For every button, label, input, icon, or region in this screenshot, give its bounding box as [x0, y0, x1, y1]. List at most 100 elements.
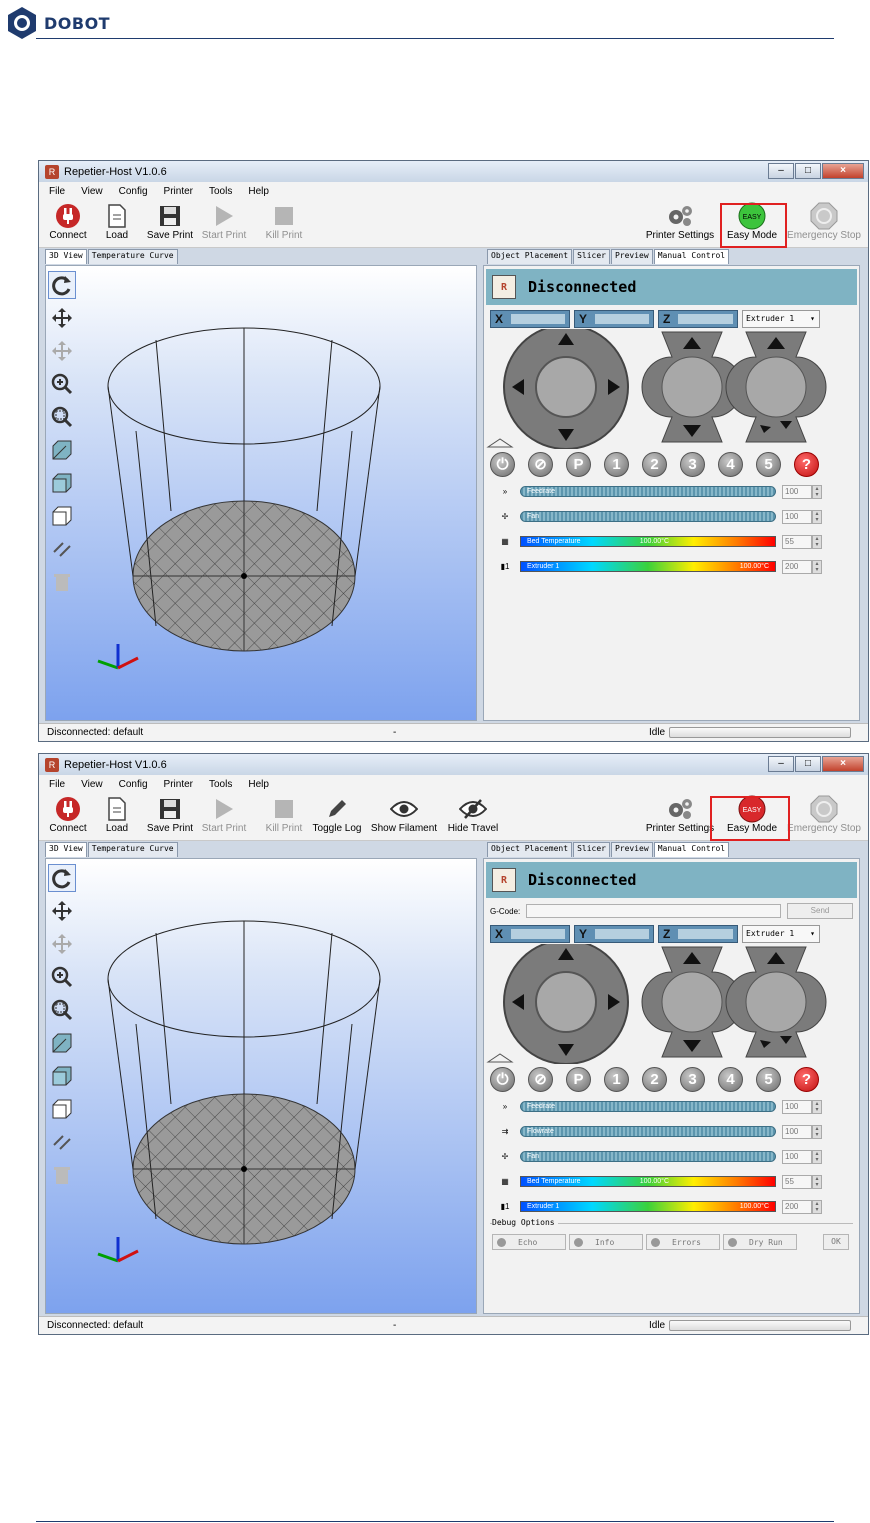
bed-temp-value[interactable]: 55: [782, 534, 812, 549]
front-view-icon[interactable]: [48, 469, 76, 497]
3d-viewport[interactable]: [45, 265, 477, 721]
emergency-stop-button[interactable]: Emergency Stop: [785, 202, 863, 241]
fan-spinner[interactable]: ▴ ▾: [812, 509, 822, 524]
close-button[interactable]: ×: [822, 163, 864, 179]
zoom-icon[interactable]: [48, 963, 76, 991]
preset-5-button[interactable]: 5: [756, 451, 781, 477]
tab-manual-control[interactable]: Manual Control: [653, 842, 730, 857]
gcode-input[interactable]: [526, 904, 781, 918]
z-axis-readout[interactable]: Z: [658, 310, 738, 328]
fan-spinner[interactable]: ▴ ▾: [812, 1149, 822, 1164]
isometric-view-icon[interactable]: [48, 436, 76, 464]
bed-temp-value[interactable]: 55: [782, 1174, 812, 1189]
trash-icon[interactable]: [48, 1161, 76, 1189]
emergency-stop-button[interactable]: Emergency Stop: [785, 795, 863, 834]
menu-help[interactable]: Help: [248, 779, 269, 790]
maximize-button[interactable]: □: [795, 163, 821, 179]
rotate-view-icon[interactable]: [48, 271, 76, 299]
tab-manual-control[interactable]: Manual Control: [653, 249, 730, 264]
menu-view[interactable]: View: [81, 779, 103, 790]
fan-slider[interactable]: Fan: [520, 1151, 776, 1162]
menu-printer[interactable]: Printer: [164, 186, 193, 197]
fan-off-button[interactable]: ⊘: [528, 451, 553, 477]
printer-settings-button[interactable]: Printer Settings: [645, 202, 715, 241]
connect-button[interactable]: Connect: [41, 795, 95, 834]
3d-viewport[interactable]: [45, 858, 477, 1314]
bed-temp-spinner[interactable]: ▴ ▾: [812, 1174, 822, 1189]
x-axis-readout[interactable]: X: [490, 925, 570, 943]
preset-2-button[interactable]: 2: [642, 1066, 667, 1092]
menu-tools[interactable]: Tools: [209, 779, 232, 790]
preset-4-button[interactable]: 4: [718, 451, 743, 477]
debug-ok-button[interactable]: OK: [823, 1234, 849, 1250]
trash-icon[interactable]: [48, 568, 76, 596]
start-print-button[interactable]: Start Print: [197, 795, 251, 834]
flowrate-slider[interactable]: Flowrate: [520, 1126, 776, 1137]
fan-value[interactable]: 100: [782, 1149, 812, 1164]
xy-jog-pad[interactable]: [503, 324, 629, 450]
load-button[interactable]: Load: [90, 795, 144, 834]
bed-temp-slider[interactable]: Bed Temperature 100.00°C: [520, 536, 776, 547]
menu-view[interactable]: View: [81, 186, 103, 197]
preset-1-button[interactable]: 1: [604, 1066, 629, 1092]
start-print-button[interactable]: Start Print: [197, 202, 251, 241]
close-button[interactable]: ×: [822, 756, 864, 772]
debug-errors-toggle[interactable]: Errors: [646, 1234, 720, 1250]
extruder-temp-slider[interactable]: Extruder 1 100.00°C: [520, 1201, 776, 1212]
tab-preview[interactable]: Preview: [610, 842, 653, 857]
menu-tools[interactable]: Tools: [209, 186, 232, 197]
send-button[interactable]: Send: [787, 903, 853, 919]
parallel-lines-icon[interactable]: [48, 1128, 76, 1156]
tab-temperature-curve[interactable]: Temperature Curve: [87, 249, 178, 264]
tab-3d-view[interactable]: 3D View: [45, 842, 87, 857]
z-axis-readout[interactable]: Z: [658, 925, 738, 943]
park-button[interactable]: P: [566, 1066, 591, 1092]
preset-1-button[interactable]: 1: [604, 451, 629, 477]
feedrate-slider[interactable]: Feedrate: [520, 1101, 776, 1112]
connect-button[interactable]: Connect: [41, 202, 95, 241]
extruder-select[interactable]: Extruder 1 ▾: [742, 310, 820, 328]
top-view-icon[interactable]: [48, 502, 76, 530]
menu-help[interactable]: Help: [248, 186, 269, 197]
flowrate-spinner[interactable]: ▴ ▾: [812, 1124, 822, 1139]
extruder-temp-value[interactable]: 200: [782, 559, 812, 574]
kill-print-button[interactable]: Kill Print: [257, 795, 311, 834]
save-print-button[interactable]: Save Print: [143, 795, 197, 834]
preset-3-button[interactable]: 3: [680, 1066, 705, 1092]
front-view-icon[interactable]: [48, 1062, 76, 1090]
fan-off-button[interactable]: ⊘: [528, 1066, 553, 1092]
park-button[interactable]: P: [566, 451, 591, 477]
feedrate-slider[interactable]: Feedrate: [520, 486, 776, 497]
menu-config[interactable]: Config: [119, 779, 148, 790]
feedrate-value[interactable]: 100: [782, 484, 812, 499]
extruder-temp-value[interactable]: 200: [782, 1199, 812, 1214]
tab-object-placement[interactable]: Object Placement: [487, 842, 573, 857]
save-print-button[interactable]: Save Print: [143, 202, 197, 241]
y-axis-readout[interactable]: Y: [574, 925, 654, 943]
debug-echo-toggle[interactable]: Echo: [492, 1234, 566, 1250]
extruder-temp-spinner[interactable]: ▴ ▾: [812, 559, 822, 574]
isometric-view-icon[interactable]: [48, 1029, 76, 1057]
help-button[interactable]: ?: [794, 1066, 819, 1092]
extruder-temp-spinner[interactable]: ▴ ▾: [812, 1199, 822, 1214]
feedrate-spinner[interactable]: ▴ ▾: [812, 484, 822, 499]
extruder-temp-slider[interactable]: Extruder 1 100.00°C: [520, 561, 776, 572]
zoom-icon[interactable]: [48, 370, 76, 398]
x-axis-readout[interactable]: X: [490, 310, 570, 328]
xy-jog-pad[interactable]: [503, 939, 629, 1065]
extruder-select[interactable]: Extruder 1 ▾: [742, 925, 820, 943]
fit-view-icon[interactable]: [48, 996, 76, 1024]
bed-temp-slider[interactable]: Bed Temperature 100.00°C: [520, 1176, 776, 1187]
top-view-icon[interactable]: [48, 1095, 76, 1123]
extruder-jog-control[interactable]: [725, 331, 827, 443]
feedrate-spinner[interactable]: ▴ ▾: [812, 1099, 822, 1114]
move-view-icon[interactable]: [48, 897, 76, 925]
toggle-log-button[interactable]: Toggle Log: [309, 795, 365, 834]
fit-view-icon[interactable]: [48, 403, 76, 431]
help-button[interactable]: ?: [794, 451, 819, 477]
tab-slicer[interactable]: Slicer: [573, 249, 610, 264]
printer-settings-button[interactable]: Printer Settings: [645, 795, 715, 834]
minimize-button[interactable]: –: [768, 163, 794, 179]
menu-file[interactable]: File: [49, 186, 65, 197]
fan-slider[interactable]: Fan: [520, 511, 776, 522]
